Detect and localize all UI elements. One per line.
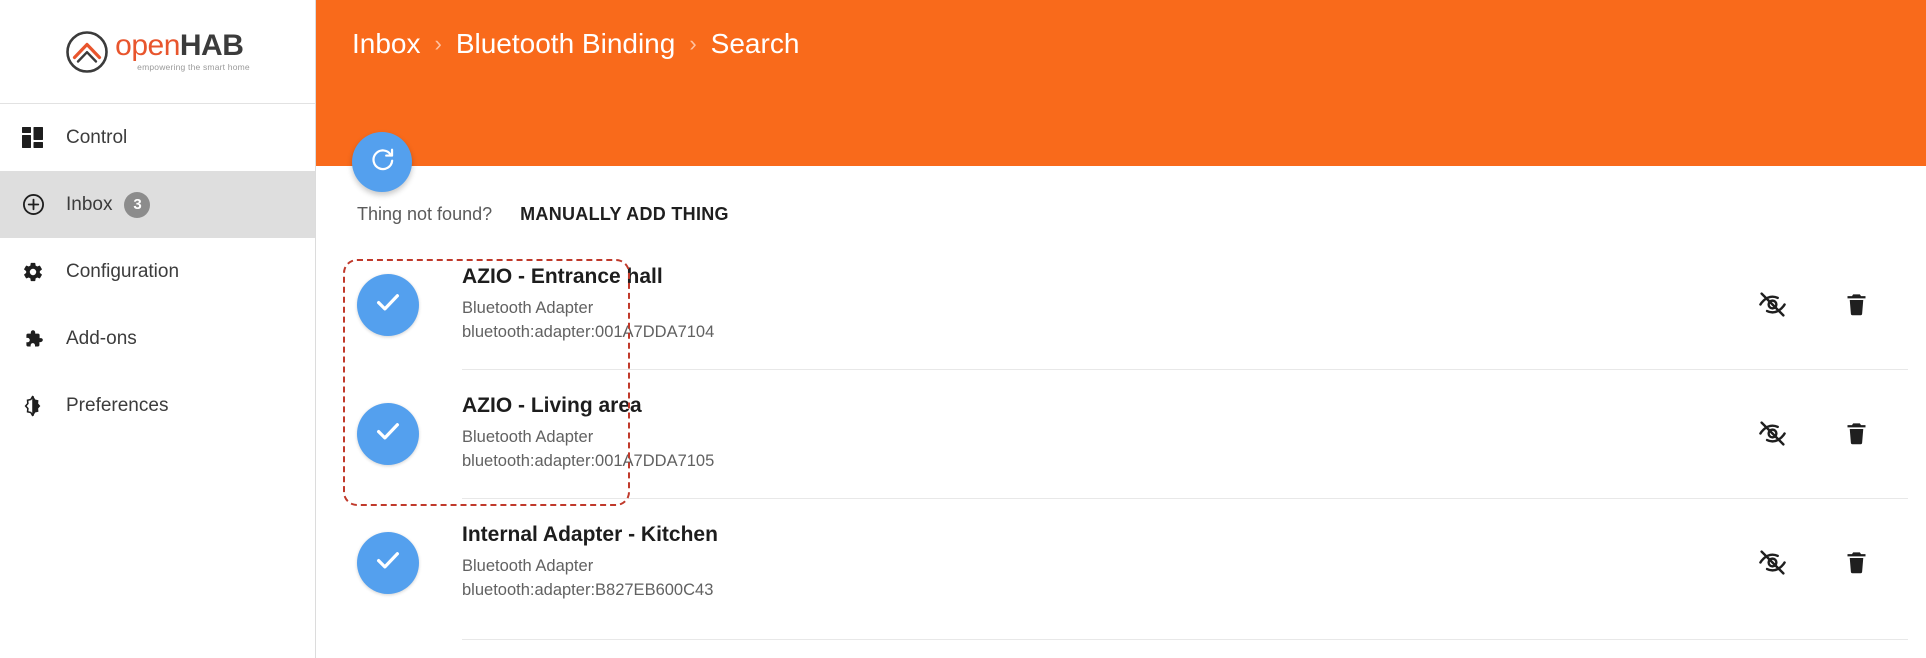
- thing-not-found-label: Thing not found?: [357, 203, 493, 224]
- brand-tagline: empowering the smart home: [137, 62, 250, 73]
- plus-circle-icon: [22, 193, 56, 216]
- manual-add-row: Thing not found? MANUALLY ADD THING: [316, 188, 1926, 240]
- brand-wordmark: openHAB: [115, 31, 250, 61]
- list-bottom-divider: [462, 639, 1908, 640]
- inbox-count-badge: 3: [124, 191, 151, 218]
- brand-hab: HAB: [179, 29, 244, 63]
- breadcrumb-item-search[interactable]: Search: [711, 28, 800, 60]
- discovered-things-list: AZIO - Entrance hall Bluetooth Adapter b…: [316, 240, 1926, 627]
- sidebar-item-addons[interactable]: Add-ons: [0, 305, 315, 372]
- check-icon: [373, 545, 403, 580]
- app-root: openHAB empowering the smart home Contro…: [0, 0, 1926, 658]
- chevron-right-icon: ›: [434, 31, 442, 56]
- thing-approve-avatar[interactable]: [357, 273, 419, 336]
- thing-type: Bluetooth Adapter: [462, 427, 594, 446]
- thing-uid: bluetooth:adapter:001A7DDA7104: [462, 322, 715, 341]
- sidebar-item-inbox[interactable]: Inbox 3: [0, 171, 315, 238]
- thing-approve-avatar[interactable]: [357, 402, 419, 465]
- sidebar-item-label: Control: [66, 126, 128, 148]
- brand-header[interactable]: openHAB empowering the smart home: [0, 0, 315, 104]
- gear-icon: [22, 261, 56, 283]
- table-row[interactable]: AZIO - Living area Bluetooth Adapter blu…: [316, 369, 1926, 498]
- check-icon: [373, 416, 403, 451]
- sidebar-item-preferences[interactable]: Preferences: [0, 372, 315, 439]
- eye-off-icon[interactable]: [1758, 548, 1787, 577]
- refresh-button[interactable]: [352, 132, 412, 192]
- chevron-right-icon: ›: [689, 31, 697, 56]
- thing-approve-avatar[interactable]: [357, 531, 419, 594]
- thing-info: Internal Adapter - Kitchen Bluetooth Ada…: [462, 523, 1758, 603]
- brand-text: openHAB empowering the smart home: [115, 31, 250, 72]
- thing-uid: bluetooth:adapter:B827EB600C43: [462, 580, 714, 599]
- brightness-contrast-icon: [22, 395, 56, 417]
- thing-type: Bluetooth Adapter: [462, 298, 594, 317]
- breadcrumb: Inbox › Bluetooth Binding › Search: [352, 28, 799, 60]
- puzzle-piece-icon: [22, 328, 56, 350]
- thing-actions: [1758, 548, 1870, 577]
- thing-actions: [1758, 290, 1870, 319]
- sidebar-item-label: Inbox: [66, 193, 113, 215]
- sidebar-nav: Control Inbox 3 Configuration Add-ons Pr…: [0, 104, 315, 439]
- breadcrumb-item-inbox[interactable]: Inbox: [352, 28, 421, 60]
- openhab-logo: openHAB empowering the smart home: [65, 30, 250, 74]
- eye-off-icon[interactable]: [1758, 419, 1787, 448]
- sidebar-item-configuration[interactable]: Configuration: [0, 238, 315, 305]
- thing-info: AZIO - Entrance hall Bluetooth Adapter b…: [462, 265, 1758, 345]
- sidebar-item-label: Preferences: [66, 394, 169, 416]
- thing-title: AZIO - Living area: [462, 393, 642, 417]
- page-header: Inbox › Bluetooth Binding › Search: [316, 0, 1926, 166]
- thing-info: AZIO - Living area Bluetooth Adapter blu…: [462, 394, 1758, 474]
- sidebar: openHAB empowering the smart home Contro…: [0, 0, 316, 658]
- trash-icon[interactable]: [1843, 420, 1870, 447]
- refresh-icon: [368, 146, 396, 179]
- sidebar-item-label: Add-ons: [66, 327, 137, 349]
- thing-title: AZIO - Entrance hall: [462, 264, 663, 288]
- eye-off-icon[interactable]: [1758, 290, 1787, 319]
- dashboard-icon: [22, 127, 56, 148]
- table-row[interactable]: Internal Adapter - Kitchen Bluetooth Ada…: [316, 498, 1926, 627]
- brand-open: open: [115, 29, 180, 63]
- breadcrumb-item-bluetooth-binding[interactable]: Bluetooth Binding: [456, 28, 676, 60]
- trash-icon[interactable]: [1843, 291, 1870, 318]
- thing-type: Bluetooth Adapter: [462, 556, 594, 575]
- main-content: Inbox › Bluetooth Binding › Search Thing…: [316, 0, 1926, 658]
- openhab-logo-icon: [65, 30, 109, 74]
- check-icon: [373, 287, 403, 322]
- thing-uid: bluetooth:adapter:001A7DDA7105: [462, 451, 715, 470]
- sidebar-item-control[interactable]: Control: [0, 104, 315, 171]
- sidebar-item-label: Configuration: [66, 260, 180, 282]
- trash-icon[interactable]: [1843, 549, 1870, 576]
- manually-add-thing-button[interactable]: MANUALLY ADD THING: [520, 204, 729, 225]
- thing-title: Internal Adapter - Kitchen: [462, 522, 718, 546]
- table-row[interactable]: AZIO - Entrance hall Bluetooth Adapter b…: [316, 240, 1926, 369]
- thing-actions: [1758, 419, 1870, 448]
